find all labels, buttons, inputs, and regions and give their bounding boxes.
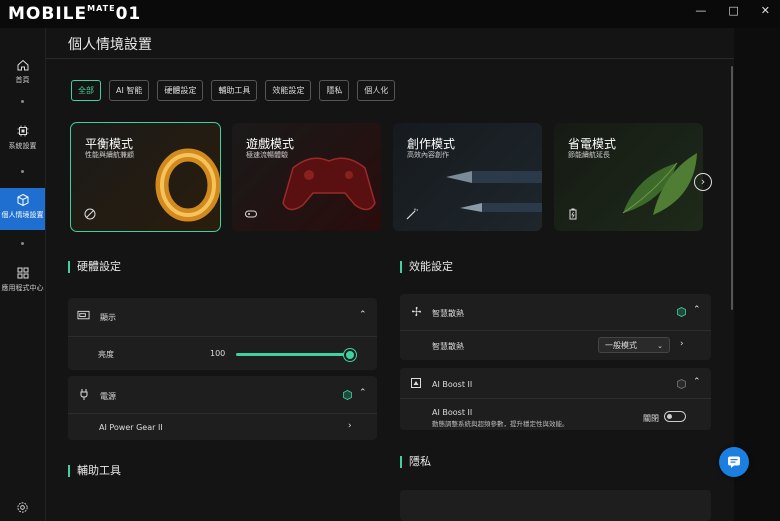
title-bar: MOBILEMATE01 — □ ✕ [0,0,780,28]
grid-icon [17,267,28,279]
minimize-button[interactable]: — [695,4,706,17]
mode-card-balanced[interactable]: 平衡模式 性能與續航兼顧 [70,122,221,232]
page-header: 個人情境設置 [46,28,734,59]
boost-toggle[interactable] [664,411,686,422]
boost-row-title: AI Boost II [432,408,473,417]
right-margin [734,28,780,521]
scrollbar[interactable] [731,66,733,310]
filter-chip-ai[interactable]: AI 智能 [109,80,150,101]
mode-subtitle: 節能續航延長 [568,151,610,159]
sidebar-item-home[interactable]: 首頁 [0,58,45,88]
ai-badge-icon [677,307,686,317]
cooling-collapse-chevron[interactable]: ⌃ [693,305,701,315]
app-logo: MOBILEMATE01 [8,4,141,24]
fan-icon [411,306,422,317]
battery-icon [569,208,577,220]
sidebar-item-app-center[interactable]: 應用程式中心 [0,266,45,306]
filter-chip-hardware[interactable]: 硬體設定 [157,80,204,101]
balanced-artwork [155,148,220,222]
mode-subtitle: 高效內容創作 [407,151,449,159]
boost-collapse-chevron[interactable]: ⌃ [693,377,701,387]
balance-icon [84,208,96,220]
carousel-next-button[interactable]: › [694,173,712,191]
ai-badge-inactive-icon [677,379,686,389]
brightness-slider-thumb[interactable] [344,349,356,361]
gear-icon[interactable] [16,501,29,514]
sidebar: 首頁 系統設置 個人情境設置 應用程式中心 [0,28,46,521]
chevron-down-icon: ⌄ [657,342,663,350]
filter-chip-assist[interactable]: 輔助工具 [211,80,258,101]
filter-chip-personalize[interactable]: 個人化 [357,80,396,101]
chat-icon [728,456,740,468]
ai-power-gear-chevron[interactable]: › [348,421,352,431]
mode-subtitle: 性能與續航兼顧 [85,151,134,159]
filter-chip-privacy[interactable]: 隱私 [319,80,350,101]
home-icon [17,59,28,71]
nav-separator-dot [21,242,24,245]
display-panel: 顯示 ⌃ 亮度 100 [68,298,377,370]
hardware-section-title: 硬體設定 [68,261,121,273]
power-collapse-chevron[interactable]: ⌃ [359,388,367,398]
display-icon [77,310,90,320]
close-button[interactable]: ✕ [761,4,770,17]
page-title: 個人情境設置 [68,37,152,53]
cube-icon [17,193,28,207]
chat-assistant-button[interactable] [719,447,749,477]
mode-card-gaming[interactable]: 遊戲模式 極速流暢體驗 [232,123,381,231]
boost-row-description: 動態調整系統與超頻參數，提升穩定性與效能。 [432,420,569,428]
mode-cards: 平衡模式 性能與續航兼顧 遊戲模式 極速流暢體驗 創作模式 高效內容創作 省電模… [70,122,703,232]
chip-icon [17,125,28,137]
divider [400,398,711,399]
sidebar-item-label: 首頁 [15,76,30,84]
cooling-mode-value: 一般模式 [605,341,637,350]
divider [68,413,377,414]
nav-separator-dot [21,170,24,173]
maximize-button[interactable]: □ [728,4,738,17]
sidebar-item-system[interactable]: 系統設置 [0,124,45,154]
magic-wand-icon [406,208,418,220]
cooling-mode-select[interactable]: 一般模式 ⌄ [598,337,670,353]
mode-card-power-saving[interactable]: 省電模式 節能續航延長 [554,123,703,231]
mode-subtitle: 極速流暢體驗 [246,151,288,159]
sidebar-item-label: 個人情境設置 [1,211,44,219]
performance-section-title: 效能設定 [400,261,453,273]
logo-sup: MATE [87,4,116,13]
sidebar-item-label: 應用程式中心 [1,284,44,292]
gamepad-icon [245,210,257,218]
assist-section-title: 輔助工具 [68,465,121,477]
nav-separator-dot [21,100,24,103]
privacy-section-title: 隱私 [400,456,431,468]
power-panel: 電源 ⌃ AI Power Gear II › [68,376,377,440]
boost-icon [411,378,421,388]
filter-chips: 全部 AI 智能 硬體設定 輔助工具 效能設定 隱私 個人化 [71,80,396,101]
filter-chip-all[interactable]: 全部 [71,80,101,101]
mode-card-creator[interactable]: 創作模式 高效內容創作 [393,123,542,231]
privacy-panel [400,490,711,521]
cooling-row-label: 智慧散熱 [432,342,464,351]
logo-text: MOBILE [8,4,88,24]
sidebar-item-label: 系統設置 [8,142,37,150]
divider [68,336,377,337]
ai-badge-icon [343,390,352,400]
brightness-slider-track[interactable] [236,353,351,356]
main-content: 個人情境設置 全部 AI 智能 硬體設定 輔助工具 效能設定 隱私 個人化 平衡… [46,28,734,521]
power-plug-icon [80,389,88,400]
display-collapse-chevron[interactable]: ⌃ [359,310,367,320]
cooling-row-chevron[interactable]: › [680,339,684,349]
sidebar-item-profile[interactable]: 個人情境設置 [0,188,45,230]
brightness-value: 100 [210,349,226,358]
divider [400,330,711,331]
boost-state-label: 關閉 [643,414,659,423]
ai-power-gear-label: AI Power Gear II [99,423,163,432]
logo-suffix: 01 [115,4,142,24]
filter-chip-performance[interactable]: 效能設定 [265,80,312,101]
boost-panel: AI Boost II ⌃ AI Boost II 動態調整系統與超頻參數，提升… [400,368,711,430]
